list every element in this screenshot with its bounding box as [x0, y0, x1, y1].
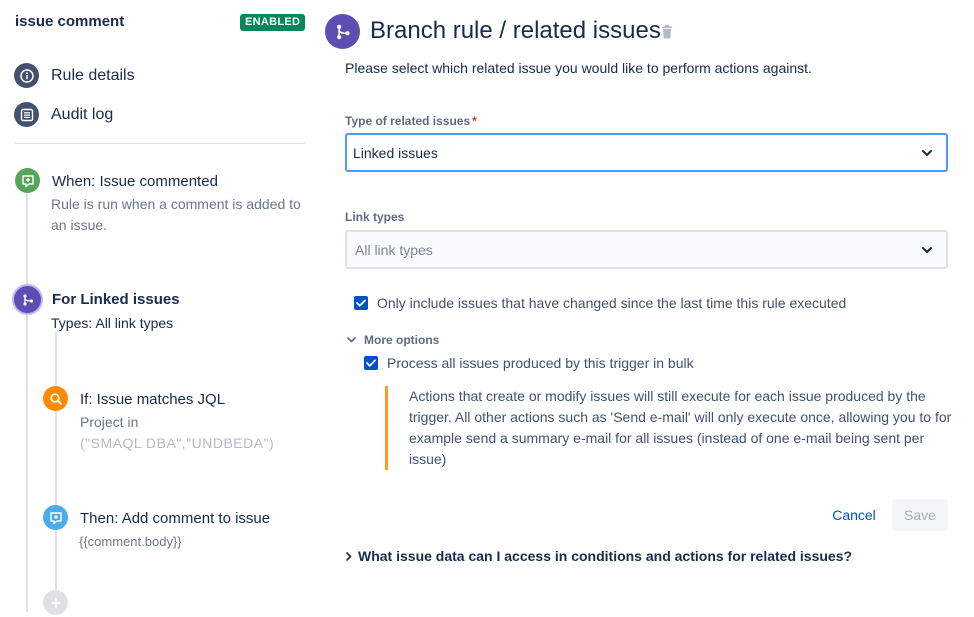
only-changed-checkbox[interactable]: Only include issues that have changed si… [354, 295, 846, 311]
timeline-line [26, 312, 28, 612]
nav-audit-log-label: Audit log [51, 105, 114, 123]
type-field-label: Type of related issues * [345, 114, 477, 128]
sidebar: issue comment ENABLED Rule details Audit… [0, 0, 320, 617]
condition-step[interactable]: If: Issue matches JQL Project in ("SMAQL… [40, 383, 320, 458]
condition-title: If: Issue matches JQL [80, 391, 226, 408]
add-step-button[interactable] [43, 590, 68, 615]
bulk-info-note: Actions that create or modify issues wil… [385, 386, 955, 470]
rule-name: issue comment [15, 13, 125, 30]
chevron-down-icon [347, 337, 356, 343]
branch-icon [325, 14, 360, 49]
type-related-issues-select[interactable]: Linked issues [345, 133, 948, 172]
only-changed-label: Only include issues that have changed si… [377, 295, 847, 311]
branch-icon [14, 286, 41, 313]
checkbox-checked-icon[interactable] [364, 356, 378, 370]
link-types-placeholder: All link types [355, 241, 433, 258]
comment-icon [43, 505, 68, 530]
action-title: Then: Add comment to issue [80, 510, 271, 527]
page-title: Branch rule / related issues [370, 17, 661, 44]
comment-icon [15, 168, 40, 193]
cancel-button[interactable]: Cancel [825, 500, 883, 530]
nav-audit-log[interactable]: Audit log [14, 102, 113, 127]
plus-icon [50, 597, 61, 608]
type-select-value: Linked issues [353, 144, 438, 161]
action-description: {{comment.body}} [79, 534, 182, 549]
required-marker: * [472, 114, 477, 128]
action-step[interactable]: Then: Add comment to issue {{comment.bod… [40, 503, 320, 553]
trigger-step[interactable]: When: Issue commented Rule is run when a… [0, 165, 320, 240]
main-panel: Branch rule / related issues Please sele… [320, 0, 974, 617]
branch-description: Types: All link types [51, 315, 174, 331]
nav-rule-details-label: Rule details [51, 66, 135, 84]
sidebar-divider [15, 143, 305, 144]
status-badge: ENABLED [240, 14, 306, 31]
branch-step[interactable]: For Linked issues Types: All link types [0, 283, 320, 338]
bulk-checkbox[interactable]: Process all issues produced by this trig… [364, 355, 694, 371]
more-options-label: More options [364, 333, 440, 347]
chevron-down-icon [922, 246, 932, 253]
condition-desc-line2: ("SMAQL DBA","UNDBEDA") [80, 435, 275, 451]
trigger-description: Rule is run when a comment is added to a… [51, 196, 301, 233]
chevron-right-icon [346, 551, 352, 561]
condition-desc-line1: Project in [80, 414, 139, 430]
trigger-title: When: Issue commented [52, 173, 218, 190]
info-icon [14, 63, 39, 88]
link-types-label: Link types [345, 210, 405, 224]
bulk-label: Process all issues produced by this trig… [387, 355, 694, 371]
checkbox-checked-icon[interactable] [354, 296, 368, 310]
related-issues-faq-toggle[interactable]: What issue data can I access in conditio… [346, 548, 852, 564]
list-icon [14, 102, 39, 127]
trash-icon[interactable] [660, 24, 674, 45]
nav-rule-details[interactable]: Rule details [14, 63, 135, 88]
save-button[interactable]: Save [892, 499, 948, 531]
type-field-label-text: Type of related issues [345, 114, 471, 128]
intro-text: Please select which related issue you wo… [345, 60, 812, 76]
faq-label: What issue data can I access in conditio… [358, 548, 853, 564]
more-options-toggle[interactable]: More options [347, 333, 439, 347]
branch-title: For Linked issues [52, 291, 180, 308]
chevron-down-icon [922, 149, 932, 156]
link-types-select[interactable]: All link types [345, 230, 948, 269]
search-icon [43, 386, 68, 411]
